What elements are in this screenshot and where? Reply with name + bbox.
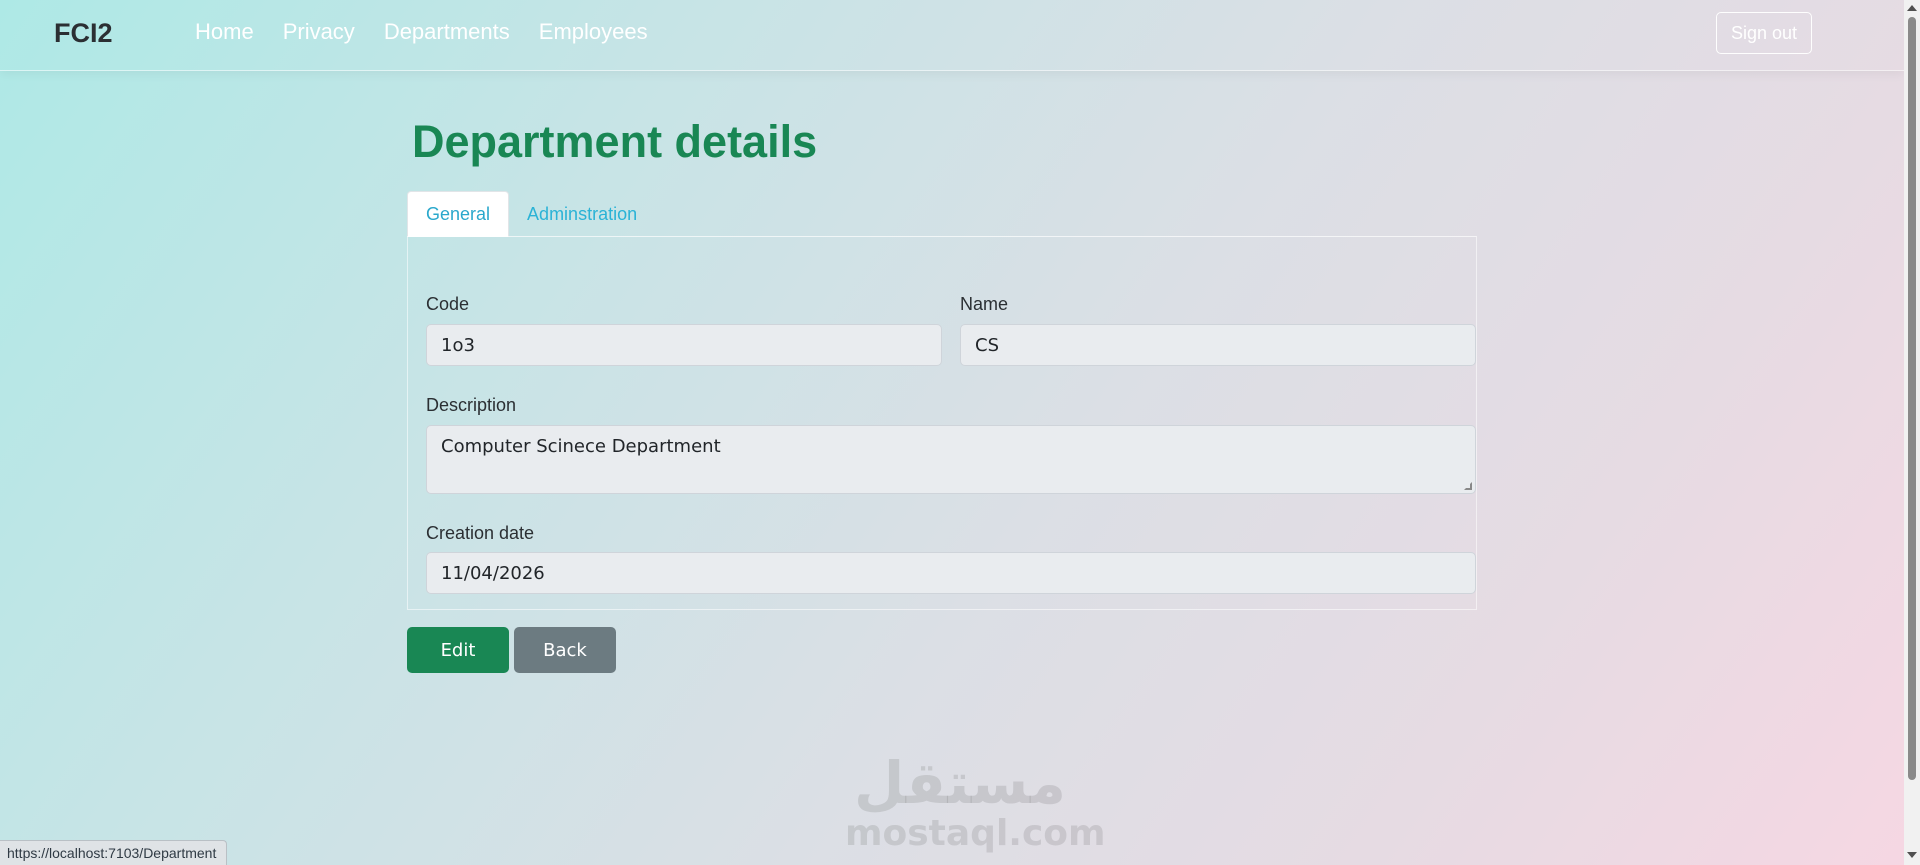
- code-field[interactable]: 1o3: [426, 324, 942, 366]
- name-label: Name: [960, 294, 1009, 314]
- tab-bar: General Adminstration: [407, 191, 655, 237]
- description-label: Description: [426, 395, 517, 415]
- nav-links: Home Privacy Departments Employees: [195, 19, 648, 45]
- status-bar-url: https://localhost:7103/Department: [0, 840, 228, 865]
- navbar: FCI2 Home Privacy Departments Employees …: [0, 0, 1904, 71]
- code-label: Code: [426, 294, 470, 314]
- nav-link-home[interactable]: Home: [195, 19, 254, 45]
- watermark-latin: mostaql.com: [845, 813, 1106, 854]
- description-value: Computer Scinece Department: [441, 436, 721, 457]
- back-button[interactable]: Back: [514, 627, 616, 673]
- watermark-arabic: مستقل: [853, 749, 1067, 817]
- tab-adminstration[interactable]: Adminstration: [509, 191, 655, 237]
- creation-date-value: 11/04/2026: [441, 562, 545, 584]
- nav-link-privacy[interactable]: Privacy: [283, 19, 355, 45]
- vertical-scrollbar[interactable]: [1904, 0, 1920, 865]
- creation-date-label: Creation date: [426, 523, 535, 543]
- name-field[interactable]: CS: [960, 324, 1476, 366]
- watermark: مستقل mostaql.com: [845, 749, 1106, 854]
- creation-date-field[interactable]: 11/04/2026: [426, 552, 1476, 594]
- nav-link-employees[interactable]: Employees: [539, 19, 648, 45]
- scroll-up-icon[interactable]: [1907, 5, 1917, 11]
- edit-button[interactable]: Edit: [407, 627, 509, 673]
- sign-out-button[interactable]: Sign out: [1716, 12, 1812, 54]
- name-value: CS: [975, 334, 999, 356]
- code-value: 1o3: [441, 334, 475, 356]
- scrollbar-thumb[interactable]: [1908, 17, 1916, 780]
- tab-general[interactable]: General: [407, 191, 510, 237]
- nav-link-departments[interactable]: Departments: [384, 19, 510, 45]
- tab-panel-general: Code 1o3 Name CS Description Computer Sc…: [407, 236, 1477, 610]
- brand-logo[interactable]: FCI2: [54, 18, 113, 49]
- resize-handle-icon[interactable]: [1464, 482, 1472, 490]
- page-title: Department details: [412, 116, 818, 167]
- description-textarea[interactable]: Computer Scinece Department: [426, 425, 1476, 494]
- scroll-down-icon[interactable]: [1907, 852, 1917, 858]
